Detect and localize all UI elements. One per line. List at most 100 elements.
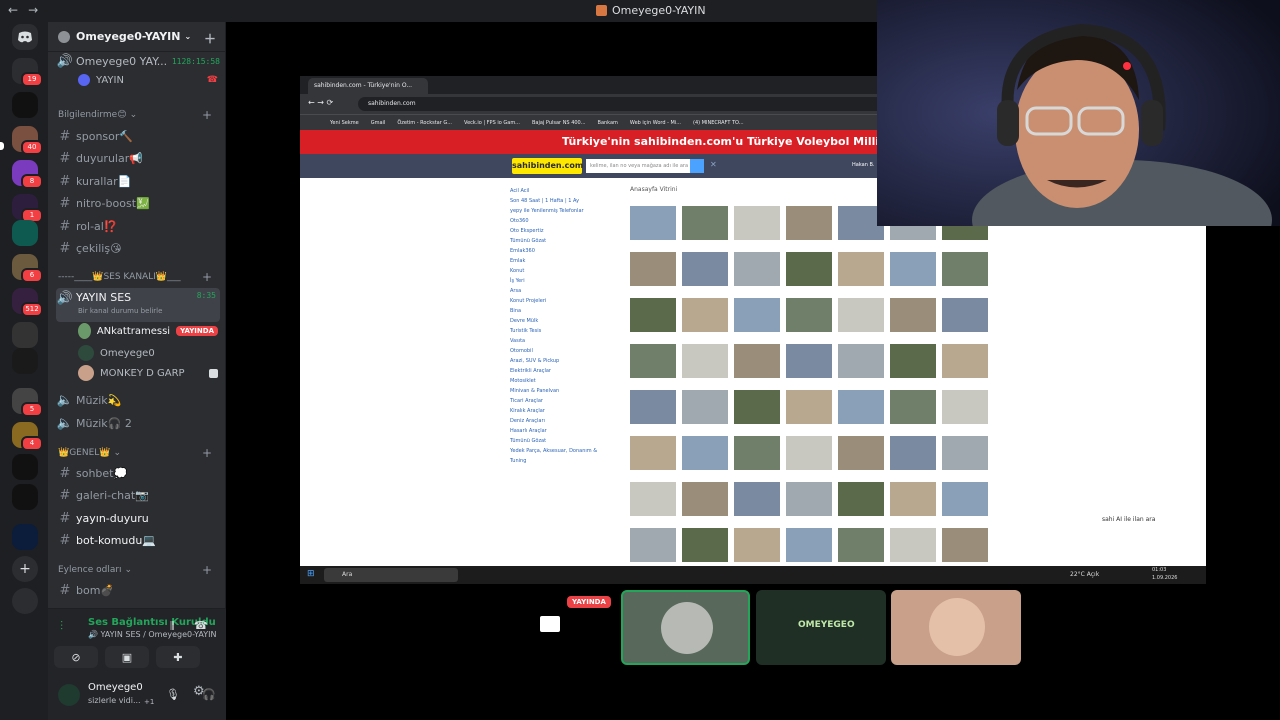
screen-share-button[interactable]: ▣ [105,646,149,668]
category-link[interactable]: Vasıta [510,336,610,346]
voice-user[interactable]: Omeyege0 [78,345,218,361]
server-9[interactable] [12,348,38,374]
listing-thumbnail[interactable] [786,436,832,470]
category-link[interactable]: Konut [510,266,610,276]
activities-button[interactable]: ✚ [156,646,200,668]
close-icon[interactable]: ✕ [710,160,717,169]
listing-thumbnail[interactable] [942,252,988,286]
category-eglence[interactable]: Eylence odları ⌄ + [58,563,218,577]
listing-thumbnail[interactable] [630,436,676,470]
category-link[interactable]: Devre Mülk [510,316,610,326]
participant-tile-garp[interactable] [891,590,1021,665]
channel-rolal[interactable]: # rol-al⁉️ [56,216,220,236]
add-channel-icon[interactable]: + [202,563,212,577]
add-channel-icon[interactable]: + [202,270,212,284]
listing-thumbnail[interactable] [734,344,780,378]
listing-thumbnail[interactable] [942,482,988,516]
channel-sponsor[interactable]: # sponsor🔨 [56,126,220,146]
browser-tab[interactable]: sahibinden.com - Türkiye'nin O... [308,78,428,94]
category-link[interactable]: Hasarlı Araçlar [510,426,610,436]
mic-icon[interactable]: 🎙 [166,688,180,701]
listing-thumbnail[interactable] [630,390,676,424]
listing-thumbnail[interactable] [630,252,676,286]
listing-thumbnail[interactable] [890,298,936,332]
channel-nitro[interactable]: # nitro-boost💹 [56,193,220,213]
voice-channel-yayin[interactable]: 🔊 YAYIN SES 8:35 [56,288,220,322]
listing-thumbnail[interactable] [630,206,676,240]
listing-thumbnail[interactable] [734,298,780,332]
category-link[interactable]: yepy ile Yenilenmiş Telefonlar [510,206,610,216]
listing-thumbnail[interactable] [682,298,728,332]
category-link[interactable]: Oto Ekspertiz [510,226,610,236]
search-icon[interactable] [690,159,704,173]
category-link[interactable]: Ticari Araçlar [510,396,610,406]
channel-yayin-duyuru[interactable]: # yayın-duyuru [56,508,220,528]
channel-sohbet[interactable]: # sohbet💭 [56,463,220,483]
server-8[interactable] [12,322,38,348]
listing-thumbnail[interactable] [786,206,832,240]
discord-home-button[interactable] [12,24,38,50]
category-link[interactable]: Emlak [510,256,610,266]
server-header[interactable]: Omeyege0-YAYIN ⌄ ＋ [48,22,226,52]
category-link[interactable]: İş Yeri [510,276,610,286]
add-channel-icon[interactable]: + [202,446,212,460]
server-13[interactable] [12,484,38,510]
disconnect-icon[interactable]: ☎ [194,619,208,632]
category-link[interactable]: Turistik Tesis [510,326,610,336]
listing-thumbnail[interactable] [630,482,676,516]
noise-icon[interactable]: ⫼ [170,621,175,632]
server-2[interactable]: 40 [12,126,43,155]
listing-thumbnail[interactable] [838,528,884,562]
channel-kurallar[interactable]: # kurallar📄 [56,171,220,191]
listing-thumbnail[interactable] [682,482,728,516]
category-link[interactable]: Minivan & Panelvan [510,386,610,396]
listing-thumbnail[interactable] [682,528,728,562]
channel-cekilis[interactable]: # çekiliş😘 [56,238,220,258]
server-10[interactable]: 5 [12,388,43,417]
phone-icon[interactable]: ☎ [207,75,218,85]
category-link[interactable]: Konut Projeleri [510,296,610,306]
server-np[interactable] [12,524,38,550]
category-link[interactable]: Elektrikli Araçlar [510,366,610,376]
category-link[interactable]: Deniz Araçları [510,416,610,426]
server-3[interactable]: 8 [12,160,43,189]
listing-thumbnail[interactable] [682,436,728,470]
channel-bom[interactable]: # bom💣 [56,580,220,600]
listing-thumbnail[interactable] [890,344,936,378]
listing-thumbnail[interactable] [734,252,780,286]
category-link[interactable]: Arazi, SUV & Pickup [510,356,610,366]
site-search-input[interactable]: kelime, ilan no veya mağaza adı ile ara [586,159,690,173]
avatar[interactable] [58,684,80,706]
taskbar-search[interactable]: Ara [324,568,458,582]
category-link[interactable]: Motosiklet [510,376,610,386]
category-link[interactable]: Bina [510,306,610,316]
listing-thumbnail[interactable] [838,344,884,378]
listing-thumbnail[interactable] [838,298,884,332]
server-f[interactable]: 19 [12,58,43,87]
address-bar[interactable]: sahibinden.com [358,97,958,111]
category-link[interactable]: Arsa [510,286,610,296]
category-link[interactable]: Son 48 Saat | 1 Hafta | 1 Ay [510,196,610,206]
voice-user[interactable]: ANkattramessi YAYINDA [78,323,218,339]
server-4[interactable]: 1 [12,194,43,223]
channel-duyurular[interactable]: # duyurular📢 [56,148,220,168]
listing-thumbnail[interactable] [682,390,728,424]
listing-thumbnail[interactable] [630,528,676,562]
listing-thumbnail[interactable] [786,528,832,562]
listing-thumbnail[interactable] [890,528,936,562]
category-link[interactable]: Tümünü Gözat [510,436,610,446]
listing-thumbnail[interactable] [630,344,676,378]
listing-thumbnail[interactable] [630,298,676,332]
listing-thumbnail[interactable] [786,298,832,332]
listing-thumbnail[interactable] [942,436,988,470]
channel-bot[interactable]: # bot-komudu💻 [56,530,220,550]
voice-user[interactable]: MONKEY D GARP [78,365,218,381]
server-12[interactable] [12,454,38,480]
add-user-icon[interactable]: ＋ [204,30,216,47]
channel-galeri[interactable]: # galeri-chat📷 [56,485,220,505]
listing-thumbnail[interactable] [942,528,988,562]
listing-thumbnail[interactable] [890,390,936,424]
listing-thumbnail[interactable] [786,482,832,516]
listing-thumbnail[interactable] [942,298,988,332]
channel-status[interactable]: Bir kanal durumu belirle [78,307,162,315]
